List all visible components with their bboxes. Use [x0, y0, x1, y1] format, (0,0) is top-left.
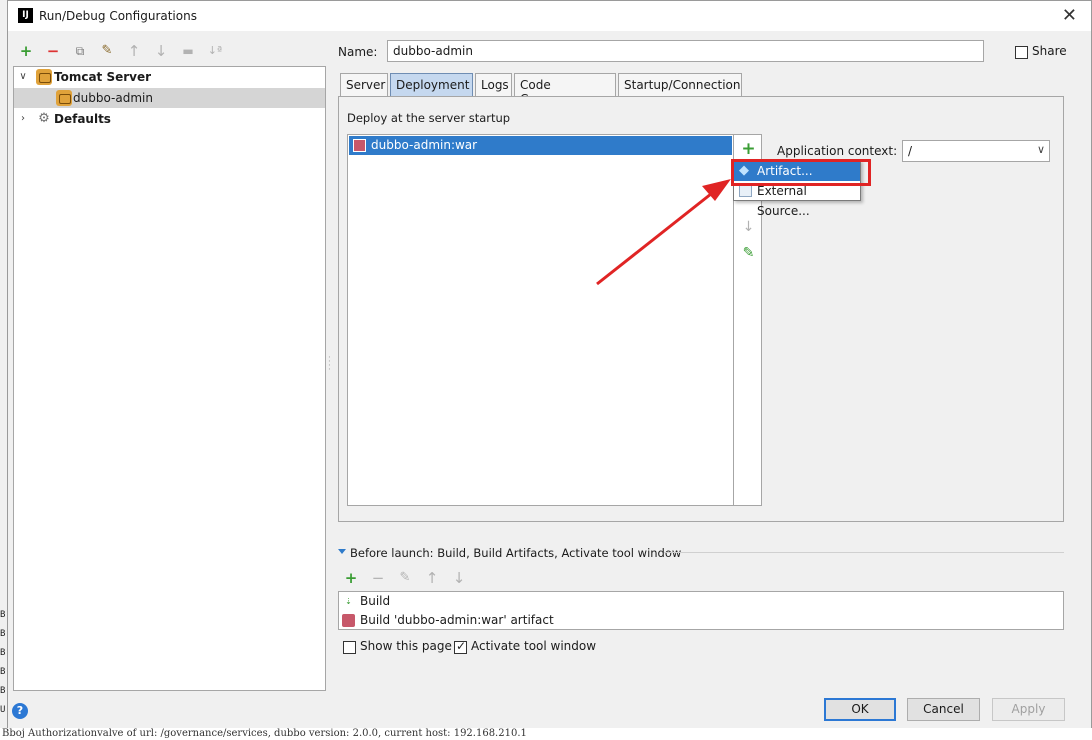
before-launch-list: ⇣ Build Build 'dubbo-admin:war' artifact [338, 591, 1064, 630]
show-page-label: Show this page [360, 639, 452, 653]
cancel-button[interactable]: Cancel [907, 698, 980, 721]
collapse-triangle-icon[interactable] [338, 549, 346, 554]
background-log-line: Bboj Authorizationvalve of url: /governa… [0, 728, 1092, 740]
separator [664, 552, 1064, 553]
build-artifact-icon [342, 614, 355, 627]
list-item[interactable]: ⇣ Build [339, 592, 1063, 611]
edit-pencil-icon[interactable]: ✎ [396, 569, 414, 587]
build-icon: ⇣ [345, 597, 352, 606]
show-page-checkbox[interactable] [343, 641, 356, 654]
before-launch-item-label: Build [360, 594, 391, 608]
move-up-icon[interactable]: ↑ [423, 569, 441, 587]
ok-button[interactable]: OK [824, 698, 896, 721]
add-icon[interactable]: + [342, 569, 360, 587]
help-icon[interactable]: ? [12, 703, 28, 719]
list-item[interactable]: Build 'dubbo-admin:war' artifact [339, 611, 1063, 630]
before-launch-item-label: Build 'dubbo-admin:war' artifact [360, 613, 554, 627]
activate-tool-window-checkbox[interactable] [454, 639, 467, 654]
before-launch-label[interactable]: Before launch: Build, Build Artifacts, A… [350, 546, 681, 560]
remove-icon[interactable]: − [369, 569, 387, 587]
activate-tool-window-label: Activate tool window [471, 639, 597, 653]
move-down-icon[interactable]: ↓ [450, 569, 468, 587]
apply-button[interactable]: Apply [992, 698, 1065, 721]
